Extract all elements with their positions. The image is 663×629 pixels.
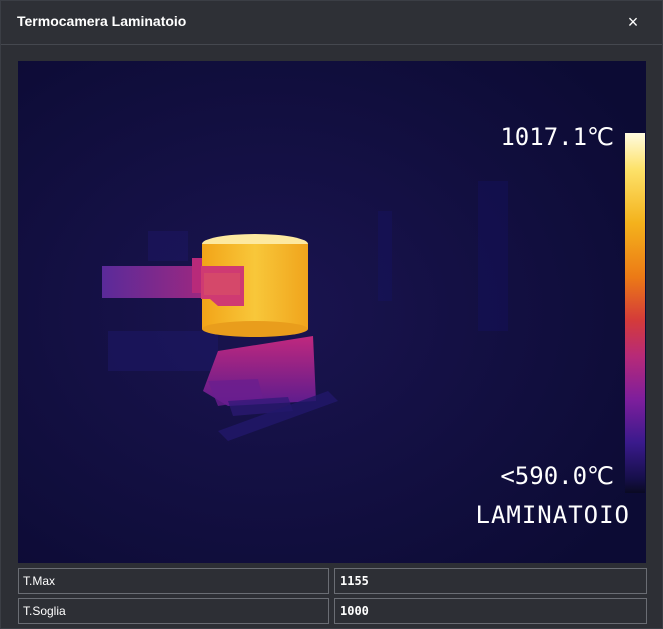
tsoglia-label: T.Soglia	[18, 598, 329, 624]
camera-name-label: LAMINATOIO	[475, 501, 630, 529]
min-temperature-label: <590.0℃	[500, 462, 614, 490]
tmax-value: 1155	[334, 568, 647, 594]
dialog-title: Termocamera Laminatoio	[17, 13, 187, 29]
max-temperature-label: 1017.1℃	[500, 123, 614, 151]
close-button[interactable]: ×	[624, 13, 642, 31]
table-row: T.Soglia 1000	[18, 598, 647, 624]
dialog-titlebar: Termocamera Laminatoio ×	[1, 1, 662, 45]
thermal-image: 1017.1℃ <590.0℃ LAMINATOIO	[18, 61, 646, 563]
tmax-label: T.Max	[18, 568, 329, 594]
tsoglia-value: 1000	[334, 598, 647, 624]
temperature-scale-bar	[625, 133, 645, 493]
table-row: T.Max 1155	[18, 568, 647, 594]
readings-table: T.Max 1155 T.Soglia 1000	[18, 568, 647, 628]
thermal-camera-dialog: Termocamera Laminatoio × 1017.1℃ <590.0℃…	[0, 0, 663, 629]
